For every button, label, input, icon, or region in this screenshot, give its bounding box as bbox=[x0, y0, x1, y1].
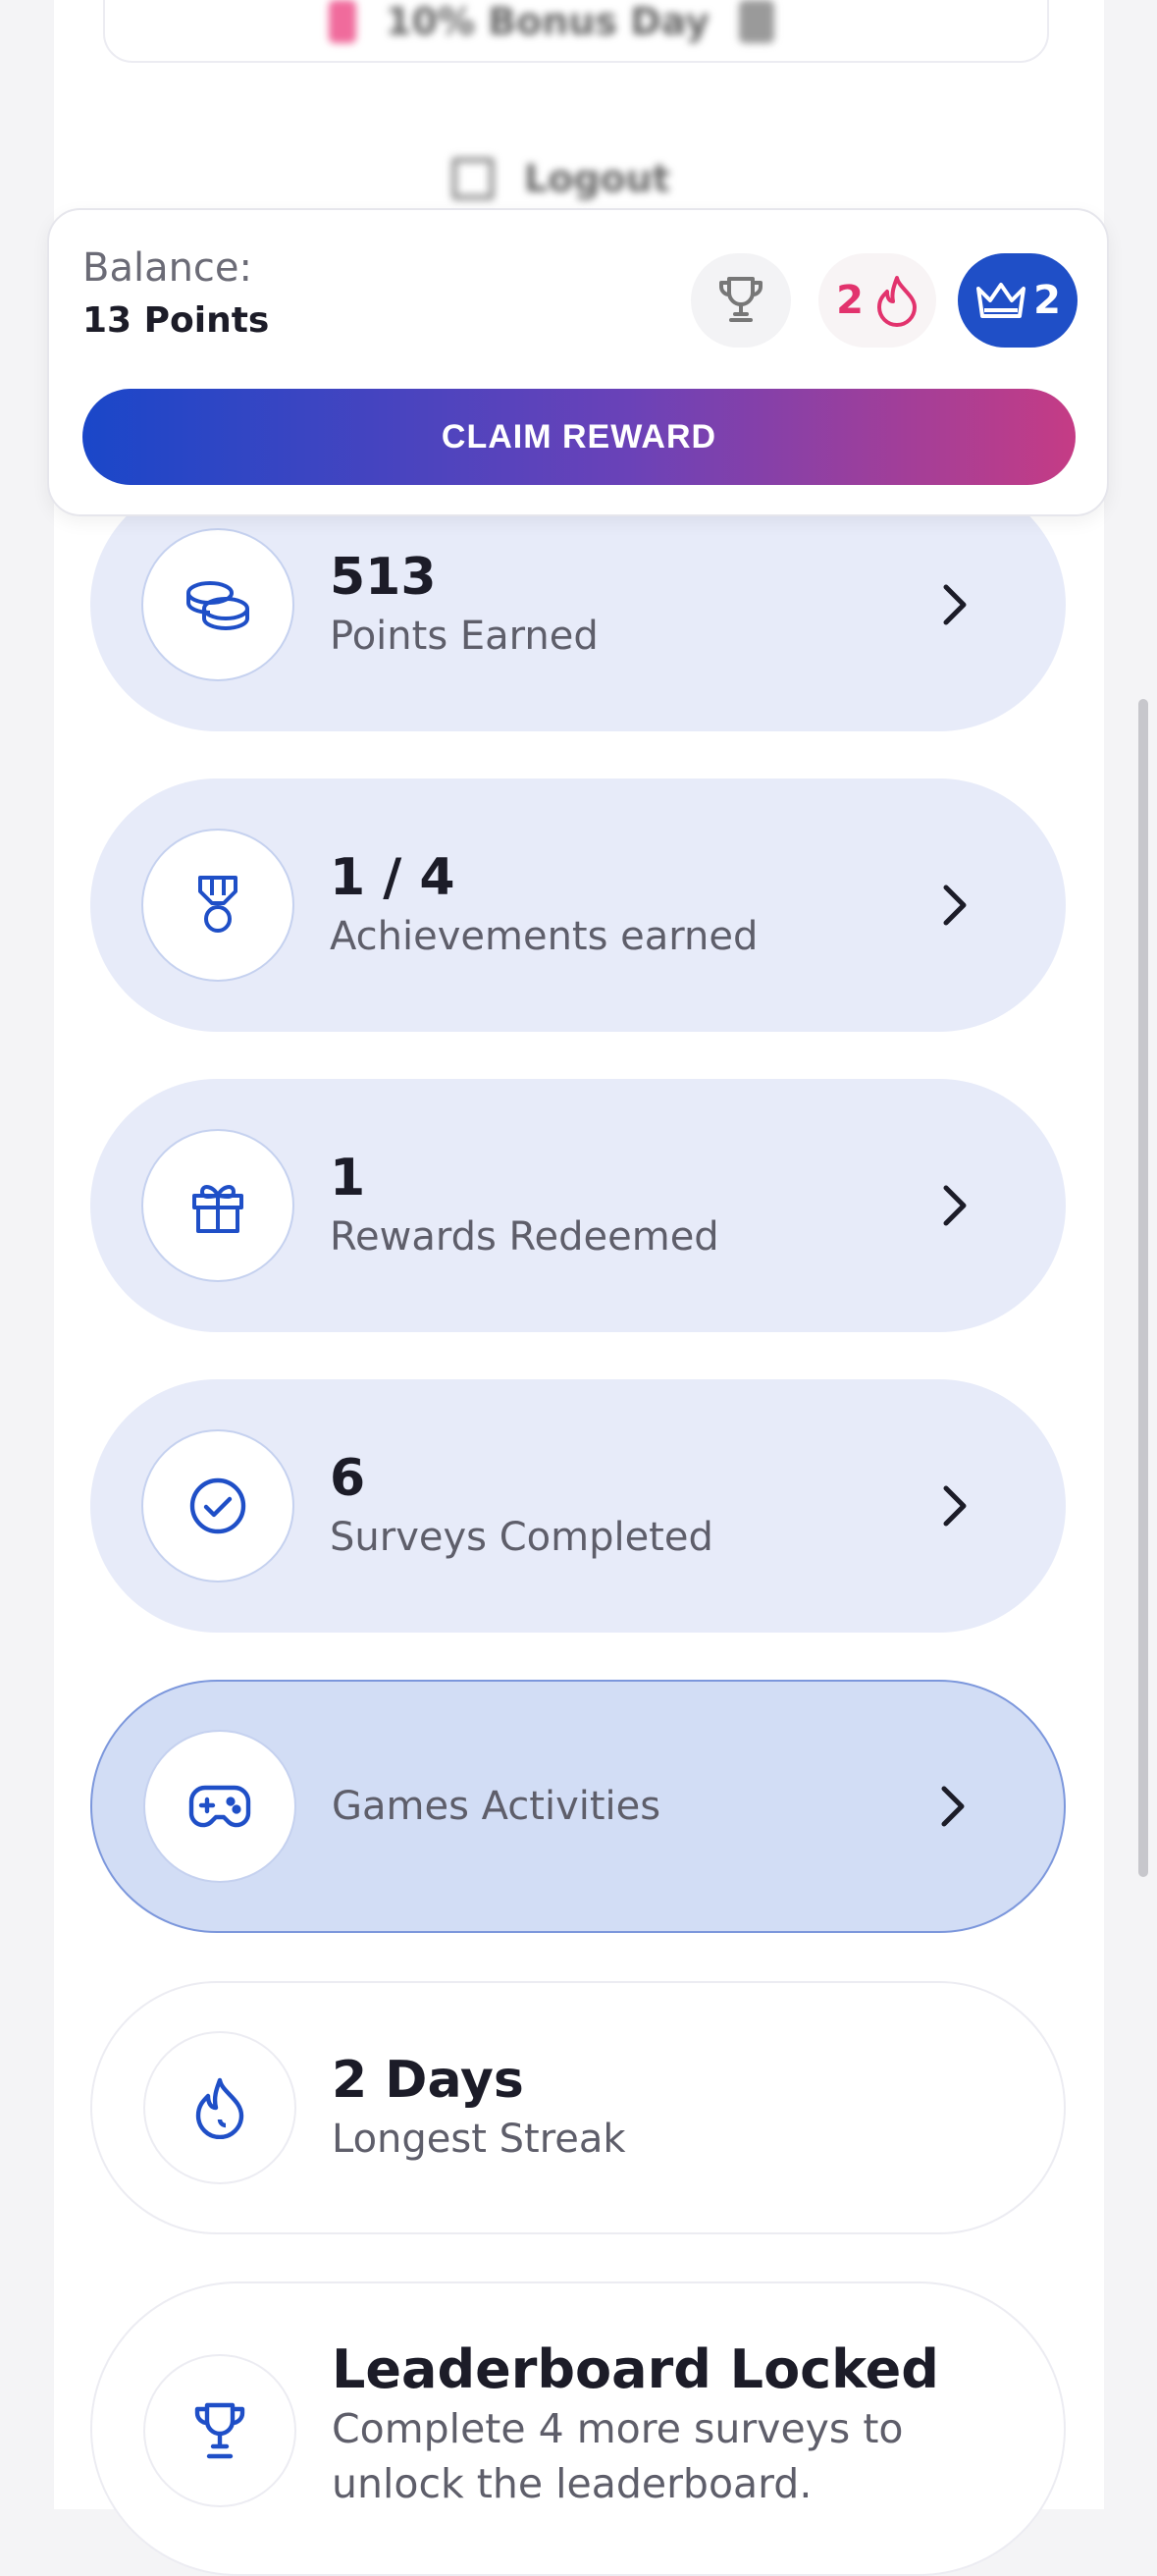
leaderboard-title: Leaderboard Locked bbox=[332, 2338, 939, 2400]
stat-card-games-activities[interactable]: Games Activities bbox=[90, 1680, 1066, 1933]
stat-text: 1 Rewards Redeemed bbox=[330, 1147, 719, 1264]
check-circle-icon bbox=[189, 1477, 246, 1534]
stat-card-achievements[interactable]: 1 / 4 Achievements earned bbox=[90, 778, 1066, 1032]
flame-icon bbox=[876, 276, 917, 327]
icon-circle bbox=[141, 1129, 294, 1282]
streak-badge[interactable]: 2 bbox=[818, 253, 936, 348]
stat-text: 513 Points Earned bbox=[330, 546, 599, 664]
bonus-row: 10% Bonus Day bbox=[329, 0, 774, 43]
stat-label: Longest Streak bbox=[332, 2117, 626, 2162]
logout-row[interactable]: Logout bbox=[451, 157, 670, 200]
icon-circle bbox=[141, 528, 294, 681]
icon-circle bbox=[143, 2031, 296, 2184]
logout-text: Logout bbox=[524, 157, 670, 200]
chevron-right-icon bbox=[943, 1185, 967, 1226]
medal-icon bbox=[198, 876, 237, 933]
gift-icon bbox=[192, 1185, 243, 1233]
stat-label: Surveys Completed bbox=[330, 1515, 713, 1560]
icon-circle bbox=[143, 1730, 296, 1883]
stat-label: Points Earned bbox=[330, 614, 599, 659]
crown-icon bbox=[976, 283, 1026, 318]
icon-circle bbox=[141, 1429, 294, 1583]
flame-icon bbox=[195, 2077, 244, 2139]
chevron-right-icon bbox=[943, 584, 967, 625]
stat-card-surveys-completed[interactable]: 6 Surveys Completed bbox=[90, 1379, 1066, 1633]
icon-circle bbox=[143, 2354, 296, 2507]
chevron-right-icon bbox=[943, 885, 967, 926]
stat-card-rewards-redeemed[interactable]: 1 Rewards Redeemed bbox=[90, 1079, 1066, 1332]
leaderboard-locked-card: Leaderboard Locked Complete 4 more surve… bbox=[90, 2281, 1066, 2576]
stat-label: Games Activities bbox=[332, 1784, 661, 1829]
stat-card-longest-streak: 2 Days Longest Streak bbox=[90, 1981, 1066, 2234]
icon-circle bbox=[141, 829, 294, 982]
balance-points: 13 Points bbox=[82, 300, 270, 341]
stat-label: Rewards Redeemed bbox=[330, 1214, 719, 1260]
background-content: 10% Bonus Day Logout bbox=[0, 0, 1157, 211]
gamepad-icon bbox=[188, 1785, 251, 1828]
chevron-right-icon bbox=[941, 1786, 965, 1827]
logout-icon bbox=[451, 157, 495, 200]
trophy-badge[interactable] bbox=[691, 253, 791, 348]
trophy-icon bbox=[194, 2402, 245, 2459]
info-icon bbox=[739, 0, 774, 43]
scrollbar[interactable] bbox=[1138, 699, 1148, 1877]
stat-value: 1 bbox=[330, 1149, 366, 1208]
leaderboard-subtitle: Complete 4 more surveys to unlock the le… bbox=[332, 2405, 904, 2507]
stat-label: Achievements earned bbox=[330, 914, 759, 959]
stat-text: 6 Surveys Completed bbox=[330, 1447, 713, 1565]
trophy-icon bbox=[719, 277, 763, 322]
stat-value: 1 / 4 bbox=[330, 848, 455, 907]
leaderboard-text: Leaderboard Locked Complete 4 more surve… bbox=[332, 2338, 960, 2511]
stat-text: 1 / 4 Achievements earned bbox=[330, 846, 758, 964]
chevron-right-icon bbox=[943, 1485, 967, 1527]
stat-value: 513 bbox=[330, 548, 437, 607]
crown-badge[interactable]: 2 bbox=[958, 253, 1078, 348]
coins-icon bbox=[186, 581, 249, 631]
bonus-text: 10% Bonus Day bbox=[386, 0, 710, 43]
bonus-icon bbox=[329, 0, 356, 43]
balance-label: Balance: bbox=[82, 245, 253, 291]
stat-text: Games Activities bbox=[332, 1779, 660, 1834]
stat-text: 2 Days Longest Streak bbox=[332, 2049, 626, 2167]
claim-reward-button[interactable]: CLAIM REWARD bbox=[82, 389, 1076, 485]
balance-card: Balance: 13 Points 2 2 CLAIM REWARD bbox=[47, 208, 1109, 516]
stat-value: 2 Days bbox=[332, 2051, 524, 2110]
streak-count: 2 bbox=[836, 278, 864, 323]
crown-count: 2 bbox=[1033, 278, 1061, 323]
stat-value: 6 bbox=[330, 1449, 366, 1508]
